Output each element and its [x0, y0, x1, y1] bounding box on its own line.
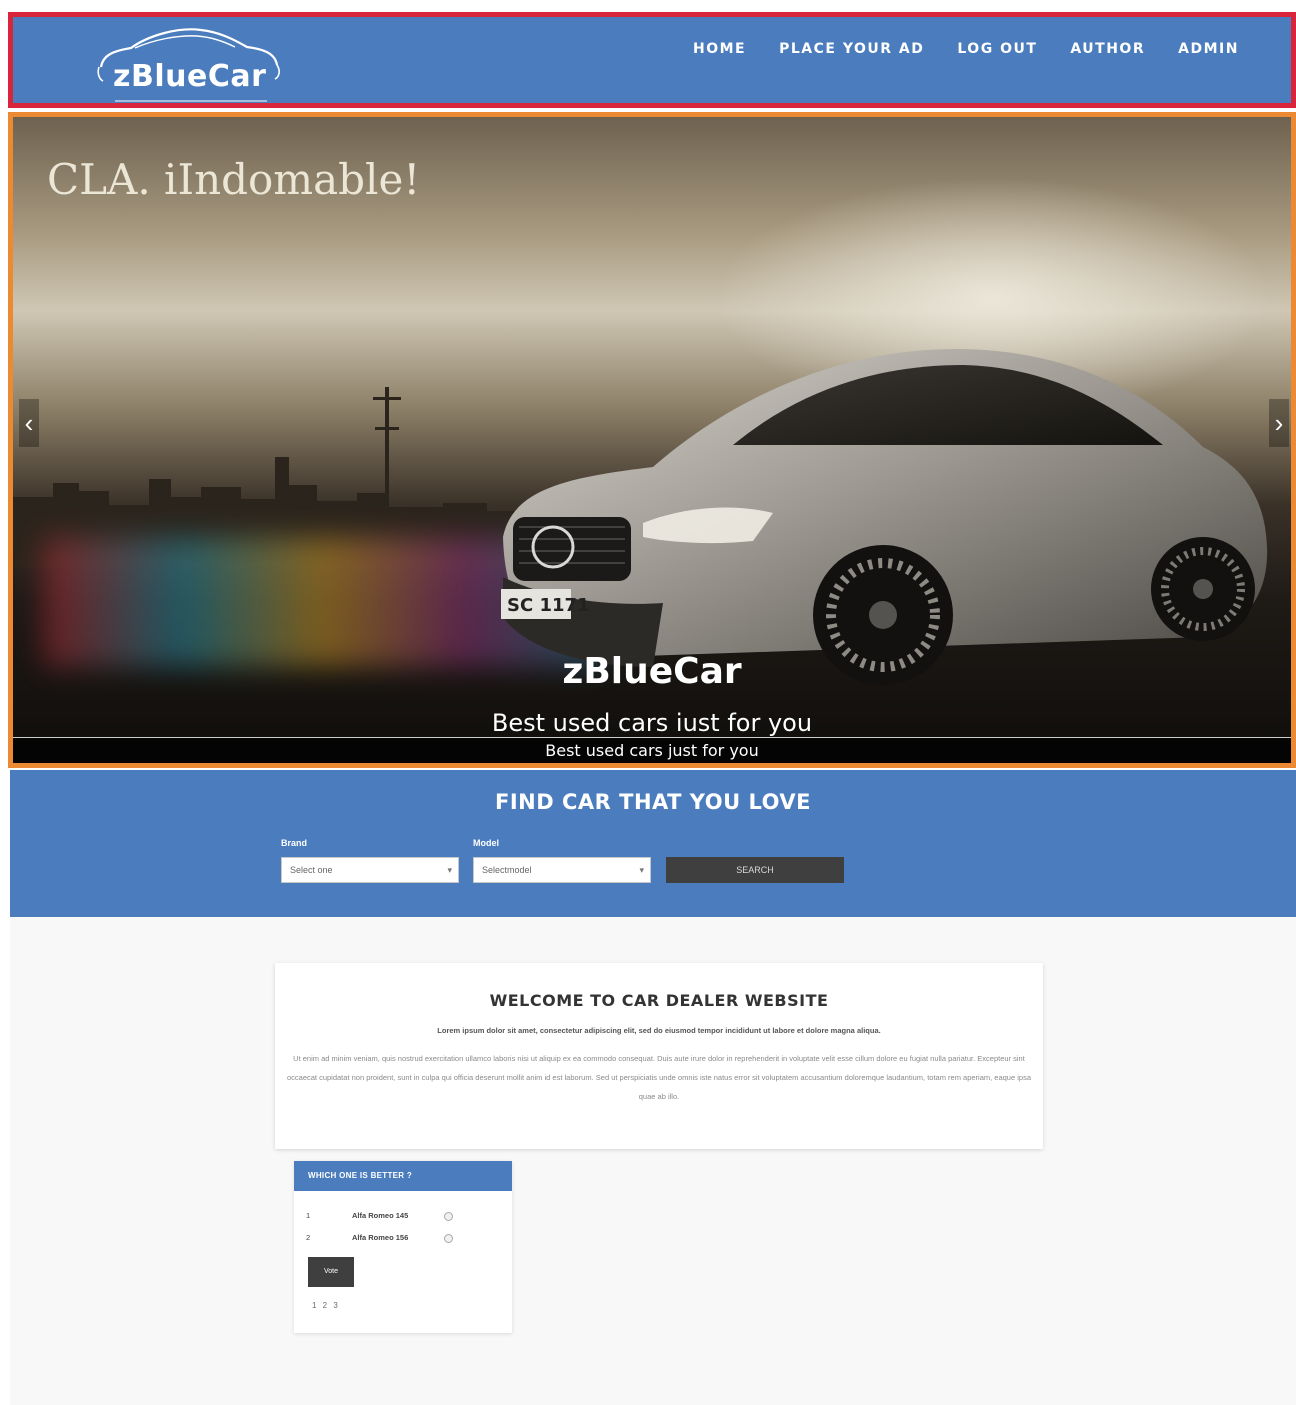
model-select[interactable]: Selectmodel ▾	[473, 857, 651, 883]
nav-author[interactable]: AUTHOR	[1070, 41, 1145, 57]
hero-carousel: SC 1171 CLA. iIndomable! zBlueCar Best u…	[8, 112, 1296, 768]
carousel-caption-title: zBlueCar	[562, 651, 742, 692]
nav-place-your-ad[interactable]: PLACE YOUR AD	[779, 41, 924, 57]
carousel-next-button[interactable]: ›	[1269, 399, 1289, 447]
poll-radio-2[interactable]	[444, 1234, 453, 1243]
vote-button[interactable]: Vote	[308, 1257, 354, 1287]
license-plate: SC 1171	[507, 595, 590, 616]
model-select-value: Selectmodel	[482, 865, 532, 875]
welcome-card: WELCOME TO CAR DEALER WEBSITE Lorem ipsu…	[275, 963, 1043, 1149]
brand-select-value: Select one	[290, 865, 333, 875]
hero-headline: CLA. iIndomable!	[47, 155, 421, 204]
carousel-caption-bar-text: Best used cars just for you	[545, 741, 759, 760]
main-content: WELCOME TO CAR DEALER WEBSITE Lorem ipsu…	[10, 917, 1296, 1405]
poll-option-label: Alfa Romeo 156	[352, 1233, 409, 1242]
car-search-section: FIND CAR THAT YOU LOVE Brand Select one …	[10, 770, 1296, 917]
brand-name: zBlueCar	[113, 59, 267, 94]
poll-option: 1 Alfa Romeo 145	[306, 1211, 466, 1225]
main-nav: HOME PLACE YOUR AD LOG OUT AUTHOR ADMIN	[693, 41, 1272, 57]
brand-logo[interactable]: zBlueCar	[91, 21, 281, 103]
chevron-right-icon: ›	[1274, 408, 1284, 438]
poll-option-number: 2	[306, 1233, 311, 1242]
site-header: zBlueCar HOME PLACE YOUR AD LOG OUT AUTH…	[8, 12, 1296, 108]
poll-option-label: Alfa Romeo 145	[352, 1211, 409, 1220]
poll-widget: WHICH ONE IS BETTER ? 1 Alfa Romeo 145 2…	[294, 1161, 512, 1333]
welcome-title: WELCOME TO CAR DEALER WEBSITE	[489, 991, 829, 1010]
nav-log-out[interactable]: LOG OUT	[957, 41, 1037, 57]
brand-select[interactable]: Select one ▾	[281, 857, 459, 883]
poll-option-number: 1	[306, 1211, 311, 1220]
carousel-caption-bar: Best used cars just for you	[13, 737, 1291, 763]
nav-home[interactable]: HOME	[693, 41, 746, 57]
brand-label: Brand	[281, 838, 308, 848]
poll-pagination[interactable]: 1 2 3	[312, 1301, 340, 1310]
caret-down-icon: ▾	[447, 865, 452, 875]
poll-title: WHICH ONE IS BETTER ?	[294, 1161, 512, 1191]
carousel-caption-subtitle: Best used cars iust for you	[491, 709, 813, 737]
search-title: FIND CAR THAT YOU LOVE	[495, 790, 811, 814]
poll-option: 2 Alfa Romeo 156	[306, 1233, 466, 1247]
model-label: Model	[473, 838, 499, 848]
welcome-body: Ut enim ad minim veniam, quis nostrud ex…	[286, 1054, 1031, 1101]
carousel-prev-button[interactable]: ‹	[19, 399, 39, 447]
chevron-left-icon: ‹	[24, 408, 34, 438]
poll-radio-1[interactable]	[444, 1212, 453, 1221]
welcome-lead: Lorem ipsum dolor sit amet, consectetur …	[437, 1026, 881, 1035]
search-button[interactable]: SEARCH	[666, 857, 844, 883]
caret-down-icon: ▾	[639, 865, 644, 875]
nav-admin[interactable]: ADMIN	[1178, 41, 1239, 57]
